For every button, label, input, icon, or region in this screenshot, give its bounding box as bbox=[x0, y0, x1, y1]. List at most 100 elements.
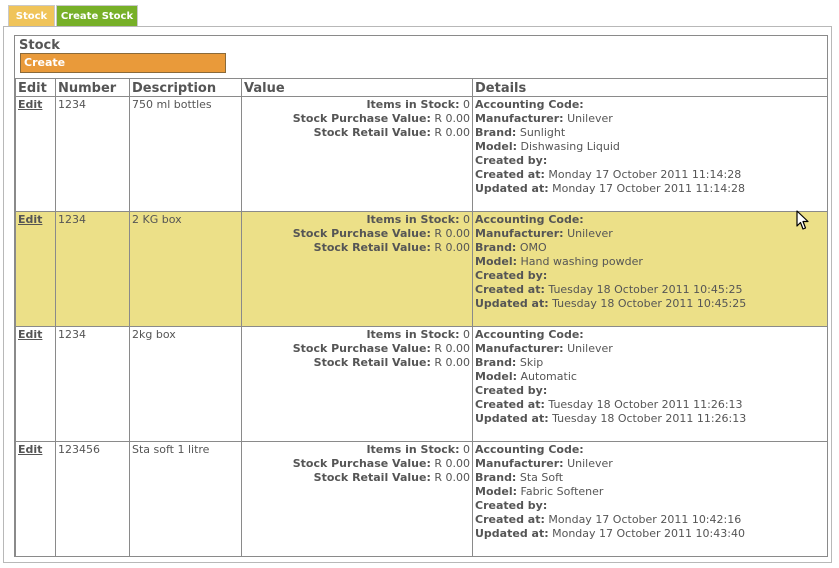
retail-value: R 0.00 bbox=[434, 356, 470, 369]
cell-description: Sta soft 1 litre bbox=[129, 441, 242, 557]
manufacturer-value: Unilever bbox=[567, 112, 613, 125]
updated-at-label: Updated at: bbox=[475, 297, 549, 310]
purchase-value-line: Stock Purchase Value: R 0.00 bbox=[244, 342, 470, 356]
retail-value-line: Stock Retail Value: R 0.00 bbox=[244, 126, 470, 140]
cell-edit: Edit bbox=[15, 96, 56, 212]
items-in-stock-value: 0 bbox=[463, 443, 470, 456]
edit-link[interactable]: Edit bbox=[18, 213, 42, 226]
brand-value: Sunlight bbox=[519, 126, 566, 139]
retail-value-label: Stock Retail Value: bbox=[313, 356, 431, 369]
accounting-code-line: Accounting Code: bbox=[475, 213, 827, 227]
accounting-code-label: Accounting Code: bbox=[475, 328, 584, 341]
updated-at-value: Tuesday 18 October 2011 10:45:25 bbox=[552, 297, 747, 310]
retail-value-line: Stock Retail Value: R 0.00 bbox=[244, 241, 470, 255]
cell-value: Items in Stock: 0 Stock Purchase Value: … bbox=[241, 96, 473, 212]
brand-label: Brand: bbox=[475, 126, 517, 139]
created-by-line: Created by: bbox=[475, 499, 827, 513]
created-by-label: Created by: bbox=[475, 154, 548, 167]
model-line: Model: Dishwasing Liquid bbox=[475, 140, 827, 154]
purchase-value: R 0.00 bbox=[434, 457, 470, 470]
manufacturer-line: Manufacturer: Unilever bbox=[475, 342, 827, 356]
model-label: Model: bbox=[475, 370, 518, 383]
items-in-stock-label: Items in Stock: bbox=[366, 213, 460, 226]
purchase-value: R 0.00 bbox=[434, 342, 470, 355]
edit-link[interactable]: Edit bbox=[18, 98, 42, 111]
accounting-code-line: Accounting Code: bbox=[475, 328, 827, 342]
purchase-value-line: Stock Purchase Value: R 0.00 bbox=[244, 112, 470, 126]
purchase-value-label: Stock Purchase Value: bbox=[292, 112, 431, 125]
model-label: Model: bbox=[475, 140, 518, 153]
items-in-stock-label: Items in Stock: bbox=[366, 443, 460, 456]
created-by-line: Created by: bbox=[475, 384, 827, 398]
cell-number: 1234 bbox=[55, 326, 130, 442]
created-at-line: Created at: Monday 17 October 2011 10:42… bbox=[475, 513, 827, 527]
brand-line: Brand: Skip bbox=[475, 356, 827, 370]
items-in-stock-line: Items in Stock: 0 bbox=[244, 328, 470, 342]
purchase-value-label: Stock Purchase Value: bbox=[292, 457, 431, 470]
items-in-stock-value: 0 bbox=[463, 328, 470, 341]
cell-number: 123456 bbox=[55, 441, 130, 557]
header-details: Details bbox=[472, 78, 828, 97]
updated-at-value: Tuesday 18 October 2011 11:26:13 bbox=[552, 412, 747, 425]
tab-create-stock[interactable]: Create Stock bbox=[56, 5, 138, 26]
cell-value: Items in Stock: 0 Stock Purchase Value: … bbox=[241, 441, 473, 557]
cell-details: Accounting Code: Manufacturer: Unilever … bbox=[472, 96, 828, 212]
cell-description: 750 ml bottles bbox=[129, 96, 242, 212]
cell-description: 2 KG box bbox=[129, 211, 242, 327]
edit-link[interactable]: Edit bbox=[18, 328, 42, 341]
manufacturer-label: Manufacturer: bbox=[475, 227, 564, 240]
cell-value: Items in Stock: 0 Stock Purchase Value: … bbox=[241, 211, 473, 327]
retail-value-line: Stock Retail Value: R 0.00 bbox=[244, 356, 470, 370]
cell-description: 2kg box bbox=[129, 326, 242, 442]
created-by-line: Created by: bbox=[475, 154, 827, 168]
created-at-line: Created at: Tuesday 18 October 2011 11:2… bbox=[475, 398, 827, 412]
retail-value: R 0.00 bbox=[434, 241, 470, 254]
stock-table: Edit Number Description Value Details Ed… bbox=[15, 78, 828, 557]
tab-stock[interactable]: Stock bbox=[8, 5, 55, 26]
created-at-label: Created at: bbox=[475, 398, 545, 411]
brand-line: Brand: Sta Soft bbox=[475, 471, 827, 485]
model-value: Dishwasing Liquid bbox=[520, 140, 620, 153]
items-in-stock-value: 0 bbox=[463, 98, 470, 111]
updated-at-label: Updated at: bbox=[475, 182, 549, 195]
table-header-row: Edit Number Description Value Details bbox=[15, 78, 828, 97]
brand-value: Sta Soft bbox=[519, 471, 564, 484]
brand-label: Brand: bbox=[475, 356, 517, 369]
manufacturer-line: Manufacturer: Unilever bbox=[475, 112, 827, 126]
cell-edit: Edit bbox=[15, 441, 56, 557]
created-at-label: Created at: bbox=[475, 513, 545, 526]
items-in-stock-line: Items in Stock: 0 bbox=[244, 443, 470, 457]
brand-label: Brand: bbox=[475, 471, 517, 484]
brand-label: Brand: bbox=[475, 241, 517, 254]
model-value: Fabric Softener bbox=[520, 485, 604, 498]
edit-link[interactable]: Edit bbox=[18, 443, 42, 456]
header-edit: Edit bbox=[15, 78, 56, 97]
created-by-label: Created by: bbox=[475, 499, 548, 512]
manufacturer-value: Unilever bbox=[567, 457, 613, 470]
manufacturer-label: Manufacturer: bbox=[475, 457, 564, 470]
cell-value: Items in Stock: 0 Stock Purchase Value: … bbox=[241, 326, 473, 442]
manufacturer-label: Manufacturer: bbox=[475, 342, 564, 355]
model-line: Model: Fabric Softener bbox=[475, 485, 827, 499]
retail-value-label: Stock Retail Value: bbox=[313, 241, 431, 254]
purchase-value-label: Stock Purchase Value: bbox=[292, 342, 431, 355]
cell-number: 1234 bbox=[55, 96, 130, 212]
manufacturer-value: Unilever bbox=[567, 227, 613, 240]
items-in-stock-label: Items in Stock: bbox=[366, 98, 460, 111]
created-at-value: Tuesday 18 October 2011 11:26:13 bbox=[548, 398, 743, 411]
created-at-label: Created at: bbox=[475, 283, 545, 296]
purchase-value-line: Stock Purchase Value: R 0.00 bbox=[244, 457, 470, 471]
manufacturer-label: Manufacturer: bbox=[475, 112, 564, 125]
created-at-line: Created at: Tuesday 18 October 2011 10:4… bbox=[475, 283, 827, 297]
retail-value: R 0.00 bbox=[434, 126, 470, 139]
header-value: Value bbox=[241, 78, 473, 97]
model-line: Model: Automatic bbox=[475, 370, 827, 384]
created-by-label: Created by: bbox=[475, 269, 548, 282]
create-button[interactable]: Create bbox=[20, 53, 226, 73]
accounting-code-label: Accounting Code: bbox=[475, 443, 584, 456]
created-at-value: Monday 17 October 2011 11:14:28 bbox=[548, 168, 742, 181]
retail-value-label: Stock Retail Value: bbox=[313, 471, 431, 484]
model-label: Model: bbox=[475, 255, 518, 268]
cell-details: Accounting Code: Manufacturer: Unilever … bbox=[472, 326, 828, 442]
updated-at-value: Monday 17 October 2011 10:43:40 bbox=[552, 527, 745, 540]
